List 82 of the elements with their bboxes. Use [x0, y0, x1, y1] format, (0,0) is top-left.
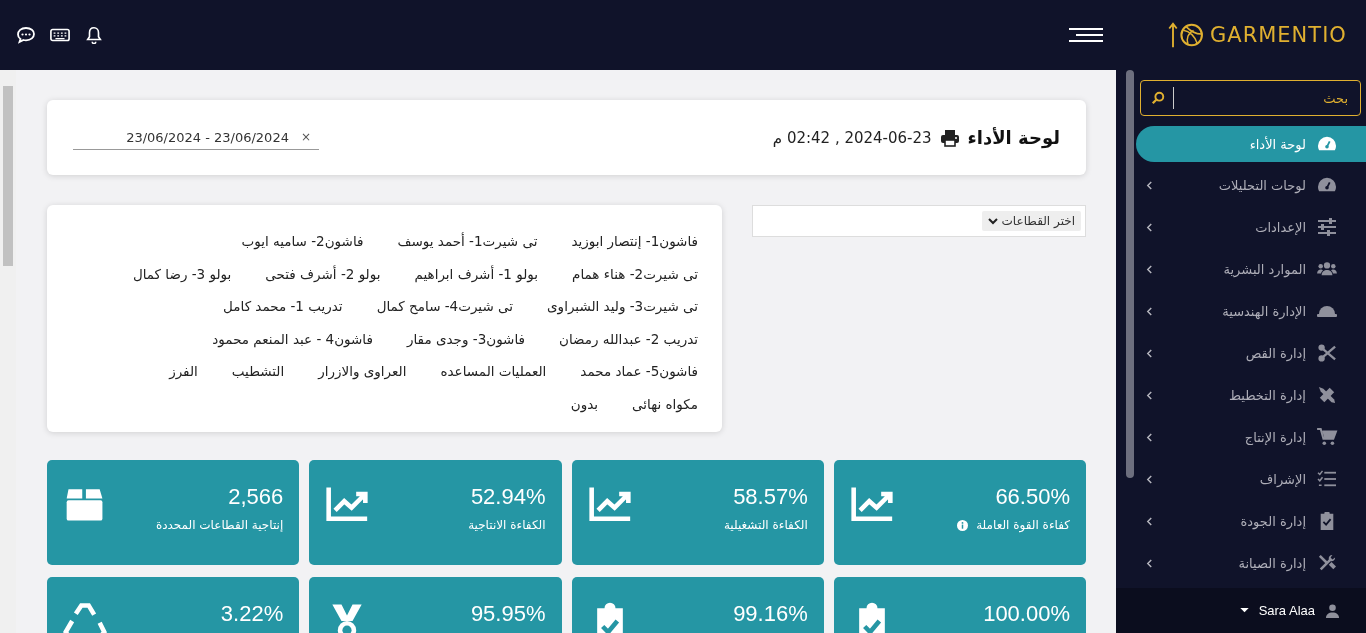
sector-name: فاشون2- ساميه ايوب — [241, 233, 364, 250]
sector-name: بولو 2- أشرف فتحى — [265, 265, 381, 282]
caret-icon[interactable] — [1239, 608, 1249, 613]
sector-name: تى شيرت2- هناء همام — [572, 265, 698, 282]
chevron-icon — [1146, 222, 1153, 232]
sector-select[interactable]: اختر القطاعات — [752, 205, 1086, 237]
scissors-icon — [1316, 344, 1338, 362]
keyboard-icon[interactable] — [50, 26, 70, 44]
gauge-icon — [1316, 176, 1338, 194]
stat-label: إنتاجية القطاعات المحددة — [155, 518, 284, 532]
chevron-icon — [1146, 348, 1153, 358]
nav-item[interactable]: لوحة الأداء — [1136, 126, 1366, 162]
nav-item[interactable]: الإعدادات — [1134, 206, 1366, 248]
nav-item[interactable]: الإدارة الهندسية — [1134, 290, 1366, 332]
chevron-icon — [1146, 558, 1153, 568]
users-icon — [1316, 260, 1338, 278]
stat-value: 99.16% — [733, 601, 808, 627]
helmet-icon — [1316, 304, 1338, 318]
user-icon — [1325, 603, 1340, 618]
chevron-icon — [1146, 390, 1153, 400]
cart-icon — [1316, 428, 1338, 446]
sector-name: الفرز — [169, 363, 198, 380]
sector-name: فاشون1- إنتصار ابوزيد — [571, 233, 698, 250]
chevron-icon — [1146, 516, 1153, 526]
nav-item[interactable]: إدارة القص — [1134, 332, 1366, 374]
scrollbar[interactable] — [0, 70, 16, 633]
sector-name: التشطيب — [231, 363, 285, 380]
sector-name: فاشون5- عماد محمد — [580, 363, 698, 380]
stat-label: كفاءة القوة العاملة — [976, 518, 1070, 532]
stat-value: 3.22% — [220, 601, 284, 627]
sector-name: تى شيرت3- وليد الشبراوى — [547, 298, 698, 315]
sector-name: تدريب 1- محمد كامل — [223, 298, 343, 315]
sector-name: العراوى والازرار — [318, 363, 407, 380]
menu-icon[interactable] — [1068, 27, 1104, 43]
stat-value: 100.00% — [983, 601, 1070, 627]
stat-label: الكفاءة الانتاجية — [468, 518, 546, 532]
sector-name: مكواه نهائى — [632, 395, 698, 412]
stat-value: 66.50% — [994, 484, 1070, 510]
nav-item[interactable]: إدارة الصيانة — [1134, 542, 1366, 584]
sector-name: العمليات المساعده — [440, 363, 547, 380]
chat-icon[interactable] — [16, 26, 36, 44]
stat-value: 52.94% — [469, 484, 546, 510]
chevron-icon — [1146, 474, 1153, 484]
chevron-icon — [1146, 432, 1153, 442]
tools-icon — [1316, 554, 1338, 572]
sector-name: بولو 1- أشرف ابراهيم — [414, 265, 539, 282]
nav-item[interactable]: إدارة الإنتاج — [1134, 416, 1366, 458]
nav-item[interactable]: الإشراف — [1134, 458, 1366, 500]
chevron-icon — [1146, 264, 1153, 274]
sector-name: بدون — [570, 395, 599, 412]
brand-name: GARMENTIO — [1210, 23, 1347, 47]
date-range-field[interactable]: × 23/06/2024 - 23/06/2024 — [73, 125, 319, 150]
nav-item[interactable]: إدارة الجودة — [1134, 500, 1366, 542]
chevron-icon — [987, 217, 998, 225]
date-time: 2024-06-23 , 02:42 م — [772, 128, 932, 147]
sliders-icon — [1316, 217, 1338, 237]
stat-value: 2,566 — [227, 484, 284, 510]
sector-name: فاشون4 - عبد المنعم محمود — [212, 330, 373, 347]
yarn-ball-icon — [1168, 21, 1206, 49]
search-field[interactable]: بحث — [1140, 80, 1361, 116]
chevron-icon — [1146, 180, 1153, 190]
search-icon[interactable] — [1151, 91, 1165, 105]
user-menu[interactable]: Sara Alaa — [1258, 603, 1315, 618]
info-icon[interactable] — [957, 519, 969, 531]
printer-icon[interactable] — [939, 128, 960, 147]
page-title: لوحة الأداء — [967, 127, 1060, 148]
sector-name: تى شيرت1- أحمد يوسف — [397, 233, 538, 250]
sector-name: تدريب 2- عبدالله رمضان — [559, 330, 698, 347]
nav-item[interactable]: إدارة التخطيط — [1134, 374, 1366, 416]
nav-item[interactable]: الموارد البشرية — [1134, 248, 1366, 290]
stat-label: الكفاءة التشغيلية — [723, 518, 808, 532]
sector-name: تى شيرت4- سامح كمال — [376, 298, 514, 315]
stat-value: 58.57% — [732, 484, 808, 510]
sector-name: فاشون3- وجدى مقار — [406, 330, 525, 347]
bell-icon[interactable] — [84, 26, 104, 44]
tasks-icon — [1316, 470, 1338, 488]
chevron-icon — [1146, 306, 1153, 316]
scrollbar[interactable] — [1126, 70, 1134, 478]
nav-item[interactable]: لوحات التحليلات — [1134, 164, 1366, 206]
gauge-icon — [1316, 135, 1338, 153]
stat-value: 95.95% — [470, 601, 546, 627]
sector-name: بولو 3- رضا كمال — [132, 265, 232, 282]
